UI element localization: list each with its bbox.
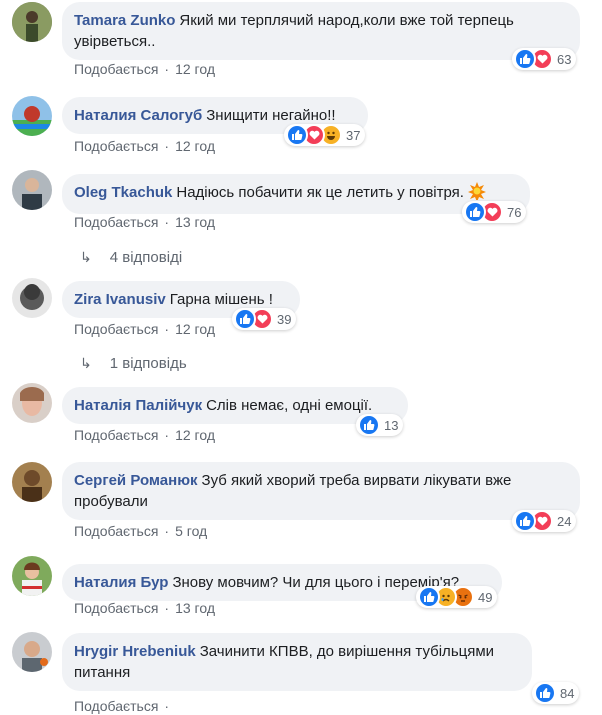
comment-text: Слів немає, одні емоції. [206, 397, 373, 414]
comment-author[interactable]: Наталия Бур [74, 574, 168, 591]
comment-bubble: Наталія Палійчук Слів немає, одні емоції. [62, 387, 408, 424]
timestamp[interactable]: 12 год [175, 138, 215, 154]
reaction-count: 37 [346, 127, 361, 143]
reaction-count: 39 [277, 311, 292, 327]
avatar[interactable] [12, 462, 52, 502]
comment-actions: Подобається · 13 год [74, 214, 215, 230]
like-button[interactable]: Подобається [74, 61, 158, 77]
separator-dot: · [164, 427, 170, 443]
reaction-count: 63 [557, 51, 572, 67]
timestamp[interactable]: 12 год [175, 61, 215, 77]
comment-text: Гарна мішень ! [169, 291, 273, 308]
comment-author[interactable]: Наталія Палійчук [74, 397, 202, 414]
avatar[interactable] [12, 383, 52, 423]
avatar[interactable] [12, 632, 52, 672]
view-replies-link[interactable]: ↳ 4 відповіді [80, 249, 182, 266]
reaction-summary[interactable]: 76 [462, 201, 527, 223]
timestamp[interactable]: 13 год [175, 214, 215, 230]
separator-dot: · [164, 698, 170, 714]
reaction-count: 13 [384, 417, 399, 433]
comment-text: Знову мовчим? Чи для цього і перемір'я? [172, 574, 460, 591]
reaction-summary[interactable]: 39 [232, 308, 297, 330]
reaction-count: 76 [507, 204, 522, 220]
like-icon [464, 201, 486, 223]
like-button[interactable]: Подобається [74, 138, 158, 154]
avatar[interactable] [12, 556, 52, 596]
comment-author[interactable]: Zira Ivanusiv [74, 291, 166, 308]
avatar[interactable] [12, 96, 52, 136]
comment-bubble: Oleg Tkachuk Надіюсь побачити як це летит… [62, 174, 530, 214]
comment-bubble: Hrygir Hrebeniuk Зачинити КПВВ, до виріше… [62, 633, 532, 691]
comment-text: Знищити негайно!! [206, 107, 336, 124]
reaction-summary[interactable]: 13 [356, 414, 404, 436]
like-icon [514, 510, 536, 532]
timestamp[interactable]: 5 год [175, 523, 207, 539]
reaction-summary[interactable]: 63 [512, 48, 577, 70]
separator-dot: · [164, 321, 170, 337]
timestamp[interactable]: 12 год [175, 427, 215, 443]
comment-author[interactable]: Tamara Zunko [74, 12, 175, 29]
avatar[interactable] [12, 2, 52, 42]
comment-actions: Подобається · [74, 698, 175, 714]
view-replies-link[interactable]: ↳ 1 відповідь [80, 355, 187, 372]
reaction-summary[interactable]: 24 [512, 510, 577, 532]
comment-actions: Подобається · 12 год [74, 138, 215, 154]
timestamp[interactable]: 13 год [175, 600, 215, 616]
comment-actions: Подобається · 13 год [74, 600, 215, 616]
avatar[interactable] [12, 278, 52, 318]
reaction-count: 49 [478, 589, 493, 605]
like-icon [534, 682, 556, 704]
separator-dot: · [164, 600, 170, 616]
like-icon [514, 48, 536, 70]
reaction-summary[interactable]: 37 [284, 124, 366, 146]
comment-bubble: Сергей Романюк Зуб який хворий треба вирв… [62, 462, 580, 520]
comment-author[interactable]: Наталия Салогуб [74, 107, 202, 124]
like-button[interactable]: Подобається [74, 698, 158, 714]
separator-dot: · [164, 523, 170, 539]
comment-bubble: Tamara Zunko Який ми терплячий народ,коли… [62, 2, 580, 60]
like-icon [358, 414, 380, 436]
comment-author[interactable]: Сергей Романюк [74, 472, 198, 489]
comment-actions: Подобається · 5 год [74, 523, 207, 539]
like-button[interactable]: Подобається [74, 427, 158, 443]
reaction-count: 84 [560, 685, 575, 701]
like-button[interactable]: Подобається [74, 600, 158, 616]
like-icon [234, 308, 256, 330]
comment-actions: Подобається · 12 год [74, 427, 215, 443]
separator-dot: · [164, 138, 170, 154]
like-icon [418, 586, 440, 608]
like-icon [286, 124, 308, 146]
replies-count[interactable]: 4 відповіді [110, 249, 182, 266]
comment-author[interactable]: Hrygir Hrebeniuk [74, 643, 196, 660]
replies-count[interactable]: 1 відповідь [110, 355, 187, 372]
reply-arrow-icon: ↳ [80, 249, 92, 265]
avatar[interactable] [12, 170, 52, 210]
separator-dot: · [164, 214, 170, 230]
like-button[interactable]: Подобається [74, 321, 158, 337]
reply-arrow-icon: ↳ [80, 355, 92, 371]
reaction-count: 24 [557, 513, 572, 529]
like-button[interactable]: Подобається [74, 214, 158, 230]
separator-dot: · [164, 61, 170, 77]
comment-actions: Подобається · 12 год [74, 61, 215, 77]
comment-author[interactable]: Oleg Tkachuk [74, 184, 172, 201]
comment-text: Надіюсь побачити як це летить у повітря. [176, 184, 464, 201]
like-button[interactable]: Подобається [74, 523, 158, 539]
timestamp[interactable]: 12 год [175, 321, 215, 337]
reaction-summary[interactable]: 84 [532, 682, 580, 704]
comment-actions: Подобається · 12 год [74, 321, 215, 337]
reaction-summary[interactable]: 49 [416, 586, 498, 608]
